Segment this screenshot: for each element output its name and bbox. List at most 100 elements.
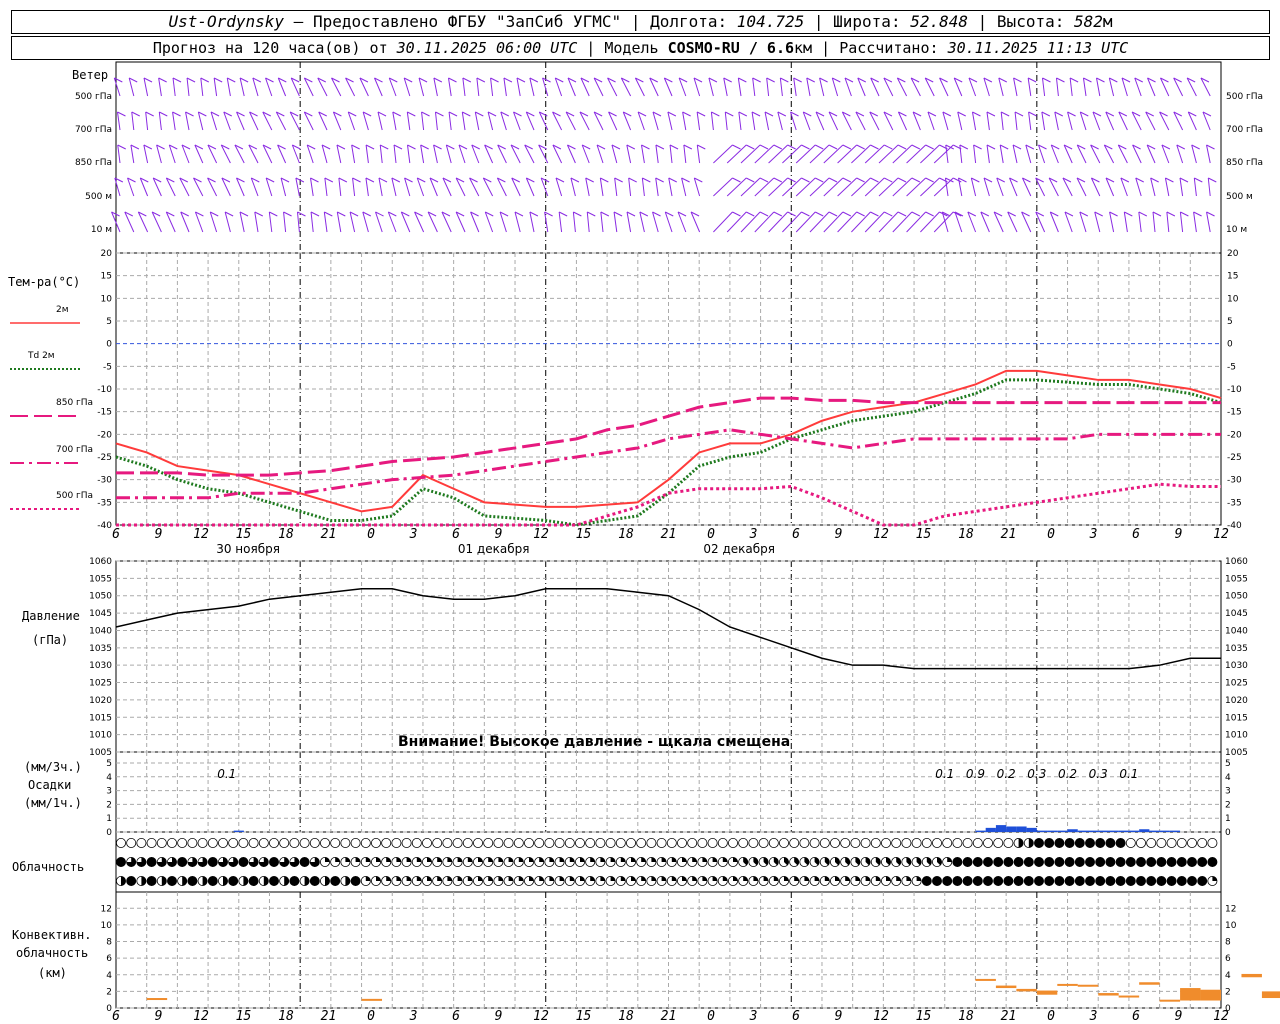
wind-barb-shaft	[667, 111, 673, 131]
cloud-cover-icon	[891, 838, 902, 849]
precip-bar	[1036, 830, 1048, 832]
wind-barb-shaft	[1054, 111, 1059, 131]
cloud-cover-icon	[962, 857, 973, 868]
wind-barb-flag	[973, 144, 982, 150]
wind-barb-shaft	[1105, 111, 1115, 131]
wind-barb-flag	[503, 77, 513, 83]
cloud-cover-fill	[896, 876, 901, 881]
wind-barb-shaft	[503, 77, 507, 97]
wind-barb-shaft	[1041, 111, 1046, 131]
wind-barb-shaft	[130, 144, 135, 164]
cloud-cover-fill	[284, 876, 289, 886]
x-hour-label: 3	[409, 527, 418, 542]
wind-barb-shaft	[586, 211, 590, 233]
wind-barb-shaft	[400, 211, 411, 233]
precip-bar	[985, 827, 996, 832]
wind-barb-shaft	[362, 211, 369, 233]
pressure-ytick-right: 1030	[1225, 661, 1248, 671]
wind-barb-shaft	[131, 111, 135, 131]
wind-barb-flag	[1208, 177, 1217, 183]
pressure-ytick-right: 1035	[1225, 644, 1248, 654]
cloud-cover-icon	[340, 838, 351, 849]
cloud-cover-icon	[1105, 838, 1116, 849]
x-hour-label: 9	[155, 527, 163, 542]
wind-barb-shaft	[377, 111, 383, 131]
cloud-cover-icon	[1023, 876, 1034, 887]
pressure-ytick: 1050	[89, 592, 112, 602]
wind-barb-shaft	[529, 211, 535, 233]
precip-value-label: 0.9	[966, 767, 985, 781]
pressure-ytick-right: 1055	[1225, 574, 1248, 584]
x-hour-label-bottom: 12	[873, 1009, 889, 1024]
wind-barb-shaft	[973, 144, 977, 164]
cloud-cover-icon	[707, 838, 718, 849]
cloud-cover-fill	[325, 876, 330, 886]
wind-barb-shaft	[194, 144, 204, 164]
x-hour-label: 15	[236, 527, 252, 542]
wind-barb-flag	[351, 144, 360, 150]
wind-barb-flag	[1193, 211, 1202, 217]
wind-barb-flag	[759, 211, 769, 217]
temp-ytick-right: -35	[1227, 498, 1242, 508]
wind-barb-flag	[925, 177, 934, 183]
cloud-cover-icon	[768, 838, 779, 849]
cloud-cover-icon	[177, 857, 188, 868]
wind-barb-shaft	[393, 144, 397, 164]
wind-level-label-right: 850 гПа	[1226, 158, 1263, 168]
temp-ytick: 0	[106, 340, 112, 350]
cloud-cover-icon	[983, 857, 994, 868]
wind-barb-shaft	[652, 211, 659, 233]
wind-barb-shaft	[280, 177, 287, 197]
wind-barb-shaft	[608, 111, 618, 131]
wind-barb-shaft	[641, 177, 645, 197]
pressure-ytick-right: 1045	[1225, 609, 1248, 619]
wind-barb-flag	[999, 144, 1009, 150]
cloud-cover-icon	[432, 838, 443, 849]
wind-barb-shaft	[1206, 211, 1211, 233]
wind-barb-flag	[158, 77, 167, 83]
cloud-cover-icon	[1044, 838, 1055, 849]
wind-level-label: 10 м	[91, 225, 112, 235]
conv-ytick: 0	[106, 1004, 112, 1014]
x-hour-label: 0	[1047, 527, 1055, 542]
wind-barb-flag	[1165, 177, 1174, 183]
x-hour-label-bottom: 9	[155, 1009, 163, 1024]
conv-ytick: 6	[106, 954, 112, 964]
wind-barb-shaft	[295, 177, 300, 197]
wind-barb-shaft	[1014, 111, 1018, 131]
wind-barb-shaft	[751, 111, 756, 131]
wind-barb-flag	[324, 177, 334, 183]
temp-ytick-right: 20	[1227, 249, 1239, 259]
cloud-cover-icon	[268, 838, 279, 849]
wind-barb-shaft	[708, 77, 714, 97]
cloud-cover-icon	[1054, 857, 1065, 868]
precip-value-label: 0.3	[1027, 767, 1046, 781]
cloud-cover-icon	[819, 838, 830, 849]
cloud-cover-icon	[268, 876, 279, 887]
wind-barb-shaft	[310, 177, 314, 197]
wind-barb-shaft	[870, 77, 880, 97]
cloud-cover-fill	[590, 857, 595, 862]
temp-ytick: -30	[97, 476, 112, 486]
cloud-cover-fill	[539, 876, 544, 881]
wind-barb-shaft	[239, 77, 245, 97]
pressure-ytick: 1025	[89, 679, 112, 689]
precip-bar	[1047, 830, 1058, 832]
cloud-cover-icon	[564, 838, 575, 849]
cloud-cover-fill	[457, 876, 463, 881]
conv-ytick: 2	[106, 987, 112, 997]
cloud-cover-icon	[962, 838, 973, 849]
temp-ytick: 10	[101, 294, 113, 304]
wind-barb-flag	[1069, 77, 1079, 83]
wind-barb-shaft	[1109, 211, 1115, 233]
temp-ytick-right: 5	[1227, 317, 1233, 327]
cloud-cover-fill	[733, 876, 738, 881]
wind-barb-flag	[815, 211, 824, 217]
cloud-cover-icon	[1197, 857, 1208, 868]
precip-bar	[1169, 830, 1181, 832]
wind-barb-shaft	[420, 144, 425, 164]
cloud-cover-icon	[952, 838, 963, 849]
cloud-cover-icon	[350, 876, 361, 887]
cloud-cover-icon	[503, 838, 514, 849]
precip-bar	[1139, 829, 1150, 832]
